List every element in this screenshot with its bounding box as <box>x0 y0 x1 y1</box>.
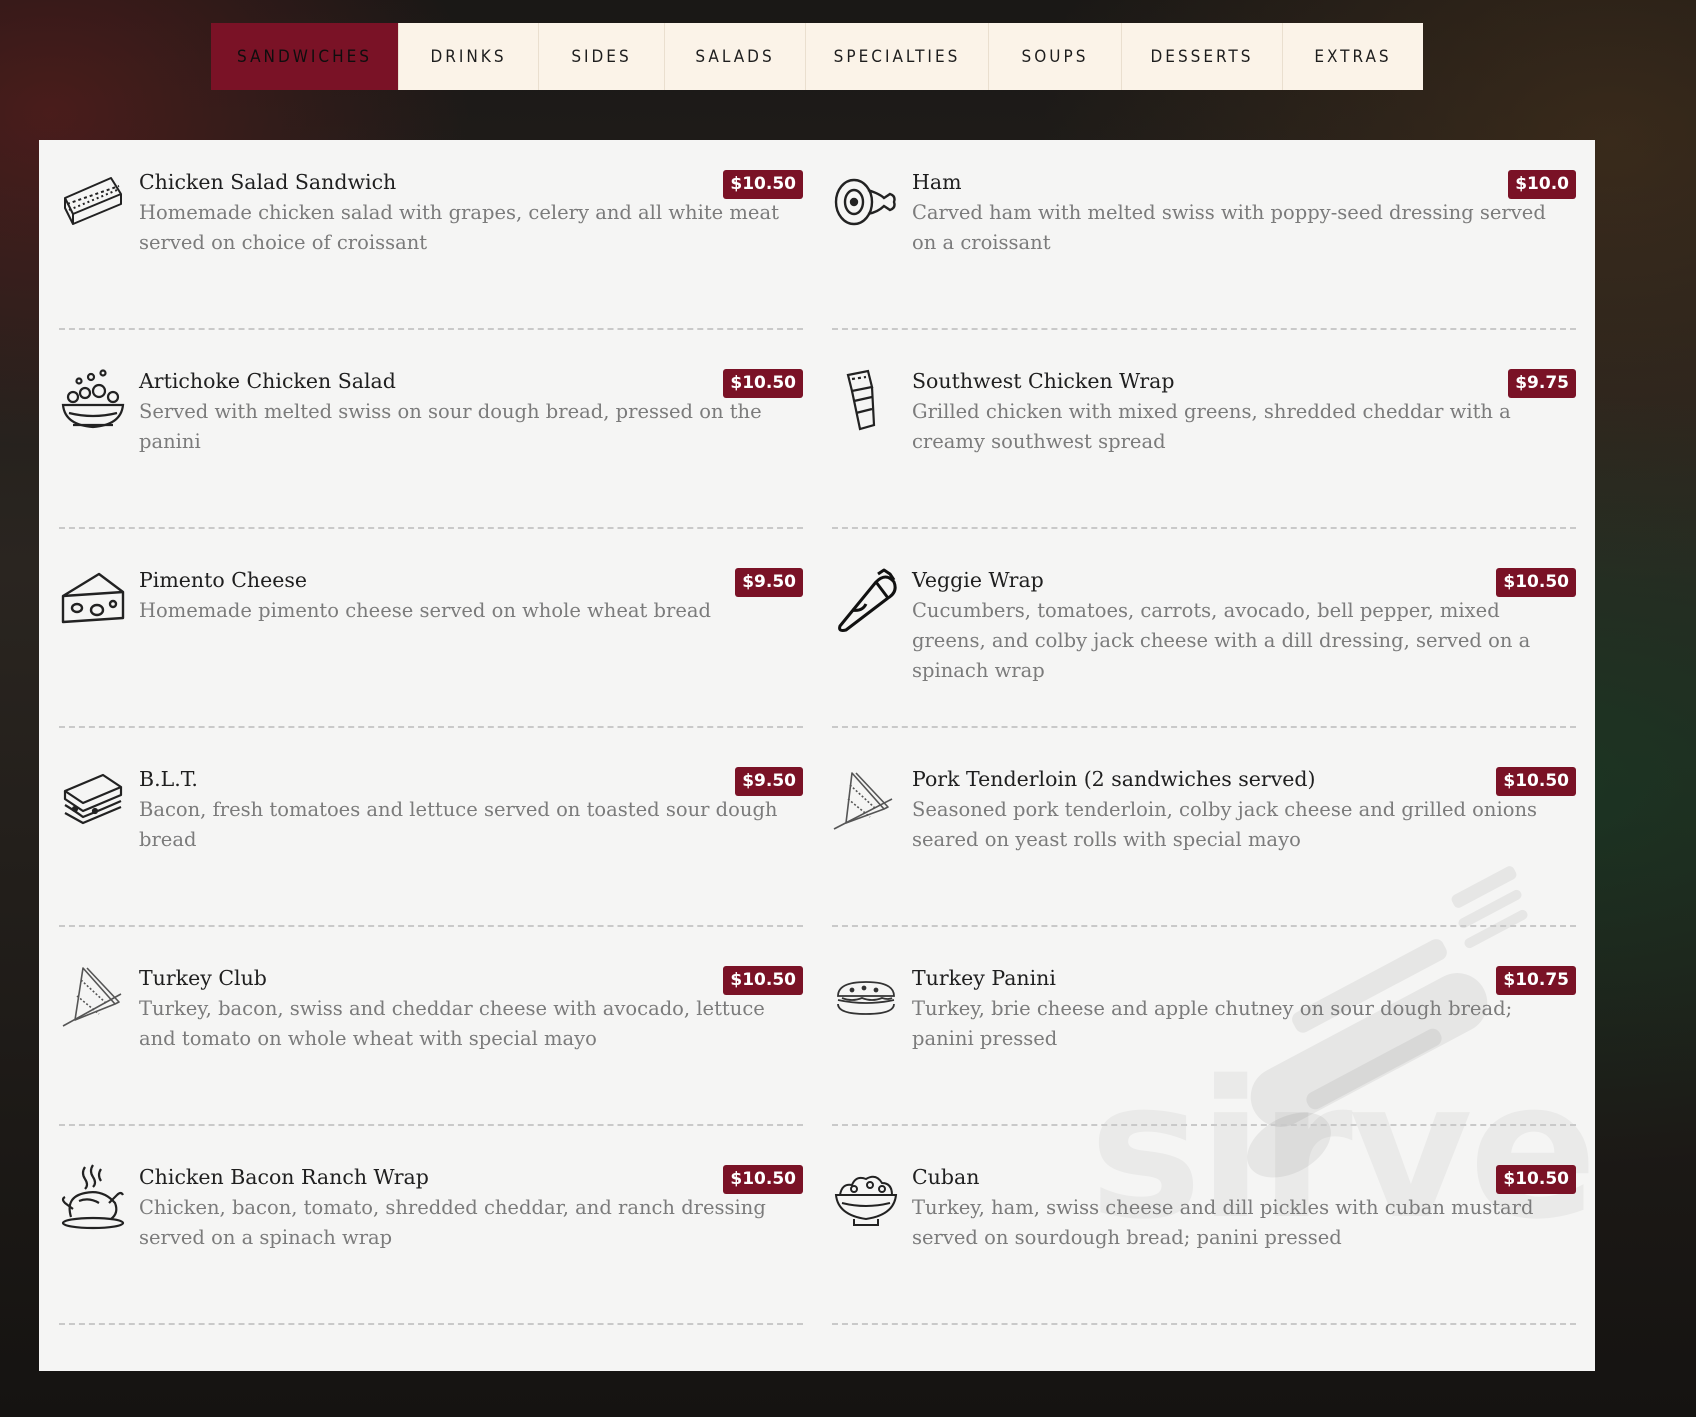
cheese-icon <box>59 566 127 634</box>
menu-item-chicken-salad-sandwich[interactable]: Chicken Salad Sandwich $10.50 Homemade c… <box>59 140 803 330</box>
item-name: Cuban <box>912 1165 980 1189</box>
burrito-icon <box>832 566 900 634</box>
menu-item-artichoke-chicken-salad[interactable]: Artichoke Chicken Salad $10.50 Served wi… <box>59 339 803 529</box>
item-name: Chicken Salad Sandwich <box>139 170 397 194</box>
tab-extras[interactable]: EXTRAS <box>1283 23 1423 90</box>
category-tabs: SANDWICHES DRINKS SIDES SALADS SPECIALTI… <box>211 23 1423 90</box>
item-name: Pimento Cheese <box>139 568 308 592</box>
menu-item-ham[interactable]: Ham $10.0 Carved ham with melted swiss w… <box>832 140 1576 330</box>
tab-desserts[interactable]: DESSERTS <box>1122 23 1283 90</box>
menu-item-cuban[interactable]: Cuban $10.50 Turkey, ham, swiss cheese a… <box>832 1135 1576 1325</box>
price-badge: $10.50 <box>1496 568 1576 597</box>
price-badge: $9.50 <box>735 568 803 597</box>
price-badge: $9.75 <box>1508 369 1576 398</box>
menu-item-turkey-club[interactable]: Turkey Club $10.50 Turkey, bacon, swiss … <box>59 936 803 1126</box>
item-name: B.L.T. <box>139 767 198 791</box>
tab-drinks[interactable]: DRINKS <box>399 23 539 90</box>
blt-sandwich-icon <box>59 765 127 833</box>
menu-item-pimento-cheese[interactable]: Pimento Cheese $9.50 Homemade pimento ch… <box>59 538 803 728</box>
club-sandwich-icon <box>59 168 127 236</box>
item-name: Pork Tenderloin (2 sandwiches served) <box>912 767 1316 791</box>
item-description: Cucumbers, tomatoes, carrots, avocado, b… <box>912 599 1531 682</box>
tab-specialties[interactable]: SPECIALTIES <box>806 23 989 90</box>
item-description: Carved ham with melted swiss with poppy-… <box>912 201 1546 254</box>
item-description: Grilled chicken with mixed greens, shred… <box>912 400 1511 453</box>
price-badge: $9.50 <box>735 767 803 796</box>
menu-panel: sirved Chicken Salad Sandwich $10.50 Hom… <box>39 140 1595 1371</box>
price-badge: $10.50 <box>1496 767 1576 796</box>
item-description: Homemade chicken salad with grapes, cele… <box>139 201 779 254</box>
bowl-icon <box>832 1163 900 1231</box>
item-description: Served with melted swiss on sour dough b… <box>139 400 762 453</box>
price-badge: $10.50 <box>723 966 803 995</box>
item-name: Turkey Panini <box>912 966 1056 990</box>
item-name: Veggie Wrap <box>912 568 1044 592</box>
tab-salads[interactable]: SALADS <box>665 23 806 90</box>
item-description: Turkey, bacon, swiss and cheddar cheese … <box>139 997 765 1050</box>
item-name: Southwest Chicken Wrap <box>912 369 1175 393</box>
triangle-sandwich-icon <box>59 964 127 1032</box>
item-name: Chicken Bacon Ranch Wrap <box>139 1165 429 1189</box>
item-name: Artichoke Chicken Salad <box>139 369 396 393</box>
tab-sandwiches[interactable]: SANDWICHES <box>211 23 399 90</box>
menu-item-chicken-bacon-ranch-wrap[interactable]: Chicken Bacon Ranch Wrap $10.50 Chicken,… <box>59 1135 803 1325</box>
wrap-icon <box>832 367 900 435</box>
menu-item-blt[interactable]: B.L.T. $9.50 Bacon, fresh tomatoes and l… <box>59 737 803 927</box>
tab-sides[interactable]: SIDES <box>539 23 665 90</box>
price-badge: $10.75 <box>1496 966 1576 995</box>
menu-item-veggie-wrap[interactable]: Veggie Wrap $10.50 Cucumbers, tomatoes, … <box>832 538 1576 728</box>
price-badge: $10.50 <box>1496 1165 1576 1194</box>
item-description: Turkey, brie cheese and apple chutney on… <box>912 997 1513 1050</box>
price-badge: $10.0 <box>1508 170 1576 199</box>
item-description: Seasoned pork tenderloin, colby jack che… <box>912 798 1538 851</box>
item-description: Turkey, ham, swiss cheese and dill pickl… <box>912 1196 1534 1249</box>
menu-item-southwest-chicken-wrap[interactable]: Southwest Chicken Wrap $9.75 Grilled chi… <box>832 339 1576 529</box>
salad-bowl-icon <box>59 367 127 435</box>
price-badge: $10.50 <box>723 1165 803 1194</box>
menu-item-turkey-panini[interactable]: Turkey Panini $10.75 Turkey, brie cheese… <box>832 936 1576 1126</box>
triangle-sandwich-icon <box>832 765 900 833</box>
item-description: Homemade pimento cheese served on whole … <box>139 599 711 622</box>
sub-sandwich-icon <box>832 964 900 1032</box>
item-name: Turkey Club <box>139 966 267 990</box>
menu-item-pork-tenderloin[interactable]: Pork Tenderloin (2 sandwiches served) $1… <box>832 737 1576 927</box>
price-badge: $10.50 <box>723 170 803 199</box>
item-name: Ham <box>912 170 962 194</box>
item-description: Chicken, bacon, tomato, shredded cheddar… <box>139 1196 766 1249</box>
tab-soups[interactable]: SOUPS <box>989 23 1122 90</box>
ham-leg-icon <box>832 168 900 236</box>
item-description: Bacon, fresh tomatoes and lettuce served… <box>139 798 778 851</box>
price-badge: $10.50 <box>723 369 803 398</box>
roast-chicken-icon <box>59 1163 127 1231</box>
